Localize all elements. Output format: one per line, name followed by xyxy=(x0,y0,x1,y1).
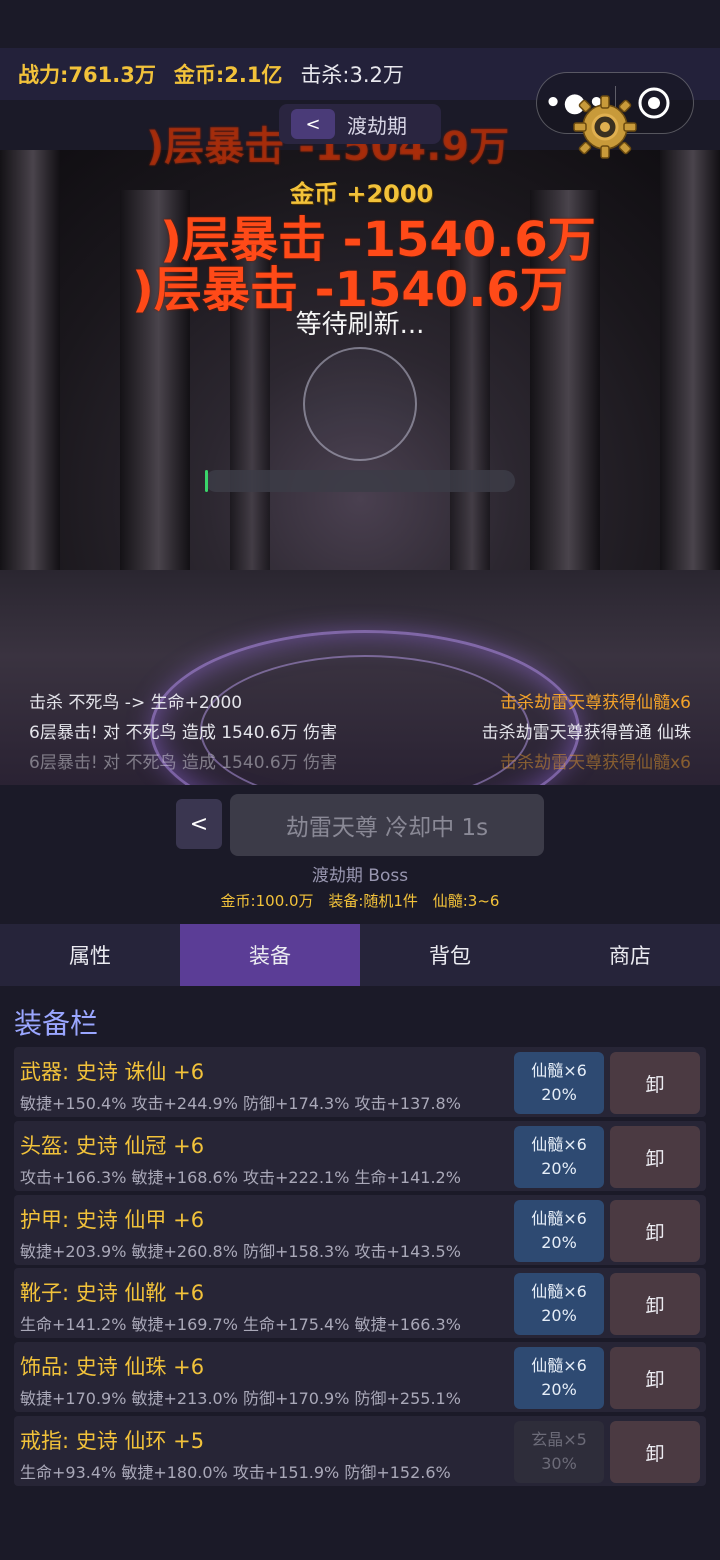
tab-attributes[interactable]: 属性 xyxy=(0,924,180,986)
equipment-title: 饰品: 史诗 仙珠 +6 xyxy=(20,1355,205,1379)
equipment-row: 头盔: 史诗 仙冠 +6 攻击+166.3% 敏捷+168.6% 攻击+222.1… xyxy=(14,1121,706,1191)
boss-panel: < 劫雷天尊 冷却中 1s 渡劫期 Boss 金币:100.0万 装备:随机1件… xyxy=(0,785,720,925)
tab-shop[interactable]: 商店 xyxy=(540,924,720,986)
equipment-row: 靴子: 史诗 仙靴 +6 生命+141.2% 敏捷+169.7% 生命+175.4… xyxy=(14,1268,706,1338)
equipment-title: 戒指: 史诗 仙环 +5 xyxy=(20,1429,205,1453)
enemy-slot[interactable] xyxy=(303,347,417,461)
equipment-stats: 敏捷+203.9% 敏捷+260.8% 防御+158.3% 攻击+143.5% xyxy=(20,1242,461,1261)
status-text: 等待刷新... xyxy=(295,310,425,340)
unequip-button[interactable]: 卸 xyxy=(610,1347,700,1409)
battle-log-line: 6层暴击! 对 不死鸟 造成 1540.6万 伤害 xyxy=(29,753,338,773)
reward-gold: 金币:100.0万 xyxy=(220,892,314,910)
unequip-button[interactable]: 卸 xyxy=(610,1273,700,1335)
challenge-boss-button[interactable]: 劫雷天尊 冷却中 1s xyxy=(230,794,544,856)
upgrade-button[interactable]: 玄晶×5 30% xyxy=(514,1421,604,1483)
upgrade-rate: 20% xyxy=(541,1380,577,1399)
upgrade-cost: 仙髓×6 xyxy=(531,1282,587,1301)
upgrade-button[interactable]: 仙髓×6 20% xyxy=(514,1126,604,1188)
realm-name: 渡劫期 xyxy=(347,113,407,138)
equipment-title: 头盔: 史诗 仙冠 +6 xyxy=(20,1134,205,1158)
equipment-row: 戒指: 史诗 仙环 +5 生命+93.4% 敏捷+180.0% 攻击+151.9%… xyxy=(14,1416,706,1486)
gold-stat: 金币:2.1亿 xyxy=(173,63,283,87)
upgrade-rate: 20% xyxy=(541,1159,577,1178)
enemy-hp-bar xyxy=(205,470,515,492)
reward-marrow: 仙髓:3~6 xyxy=(432,892,500,910)
equipment-row: 武器: 史诗 诛仙 +6 敏捷+150.4% 攻击+244.9% 防御+174.3… xyxy=(14,1047,706,1117)
loot-log-line: 击杀劫雷天尊获得仙髓x6 xyxy=(500,693,691,713)
equipment-title: 武器: 史诗 诛仙 +6 xyxy=(20,1060,205,1084)
equipment-row: 护甲: 史诗 仙甲 +6 敏捷+203.9% 敏捷+260.8% 防御+158.3… xyxy=(14,1195,706,1265)
realm-back-button[interactable]: < xyxy=(291,109,335,139)
kills-stat: 击杀:3.2万 xyxy=(300,63,404,87)
reward-equip: 装备:随机1件 xyxy=(328,892,418,910)
battle-log-line: 击杀 不死鸟 -> 生命+2000 xyxy=(29,693,243,713)
equipment-stats: 敏捷+150.4% 攻击+244.9% 防御+174.3% 攻击+137.8% xyxy=(20,1094,461,1113)
equipment-panel: 装备栏 武器: 史诗 诛仙 +6 敏捷+150.4% 攻击+244.9% 防御+1… xyxy=(0,986,720,1560)
app-root: 战力:761.3万 金币:2.1亿 击杀:3.2万 )层暴击 -1504.9万 … xyxy=(0,0,720,1560)
upgrade-button[interactable]: 仙髓×6 20% xyxy=(514,1052,604,1114)
upgrade-rate: 20% xyxy=(541,1233,577,1252)
tab-backpack[interactable]: 背包 xyxy=(360,924,540,986)
equipment-stats: 敏捷+170.9% 敏捷+213.0% 防御+170.9% 防御+255.1% xyxy=(20,1389,461,1408)
unequip-button[interactable]: 卸 xyxy=(610,1126,700,1188)
tab-equipment[interactable]: 装备 xyxy=(180,924,360,986)
boss-prev-button[interactable]: < xyxy=(176,799,222,849)
loot-log-line: 击杀劫雷天尊获得仙髓x6 xyxy=(500,753,691,773)
equipment-title: 护甲: 史诗 仙甲 +6 xyxy=(20,1208,205,1232)
hp-fill xyxy=(205,470,209,492)
upgrade-rate: 20% xyxy=(541,1085,577,1104)
upgrade-cost: 仙髓×6 xyxy=(531,1209,587,1228)
equipment-stats: 生命+141.2% 敏捷+169.7% 生命+175.4% 敏捷+166.3% xyxy=(20,1315,461,1334)
upgrade-button[interactable]: 仙髓×6 20% xyxy=(514,1200,604,1262)
upgrade-cost: 仙髓×6 xyxy=(531,1135,587,1154)
equipment-stats: 生命+93.4% 敏捷+180.0% 攻击+151.9% 防御+152.6% xyxy=(20,1463,451,1482)
battle-log-line: 6层暴击! 对 不死鸟 造成 1540.6万 伤害 xyxy=(29,723,338,743)
upgrade-cost: 仙髓×6 xyxy=(531,1061,587,1080)
unequip-button[interactable]: 卸 xyxy=(610,1200,700,1262)
tab-bar: 属性 装备 背包 商店 xyxy=(0,924,720,986)
equipment-stats: 攻击+166.3% 敏捷+168.6% 攻击+222.1% 生命+141.2% xyxy=(20,1168,461,1187)
unequip-button[interactable]: 卸 xyxy=(610,1052,700,1114)
upgrade-rate: 20% xyxy=(541,1306,577,1325)
upgrade-button[interactable]: 仙髓×6 20% xyxy=(514,1347,604,1409)
realm-header: < 渡劫期 xyxy=(279,104,441,144)
power-stat: 战力:761.3万 xyxy=(18,63,156,87)
boss-title: 渡劫期 Boss xyxy=(311,866,409,886)
upgrade-button[interactable]: 仙髓×6 20% xyxy=(514,1273,604,1335)
unequip-button[interactable]: 卸 xyxy=(610,1421,700,1483)
upgrade-rate: 30% xyxy=(541,1454,577,1473)
boss-rewards: 金币:100.0万 装备:随机1件 仙髓:3~6 xyxy=(0,890,720,911)
settings-gear-icon[interactable] xyxy=(570,92,640,162)
upgrade-cost: 仙髓×6 xyxy=(531,1356,587,1375)
equipment-title: 靴子: 史诗 仙靴 +6 xyxy=(20,1281,205,1305)
equipment-row: 饰品: 史诗 仙珠 +6 敏捷+170.9% 敏捷+213.0% 防御+170.9… xyxy=(14,1342,706,1412)
loot-log-line: 击杀劫雷天尊获得普通 仙珠 xyxy=(481,723,691,743)
panel-title: 装备栏 xyxy=(14,1007,99,1040)
upgrade-cost: 玄晶×5 xyxy=(531,1430,587,1449)
